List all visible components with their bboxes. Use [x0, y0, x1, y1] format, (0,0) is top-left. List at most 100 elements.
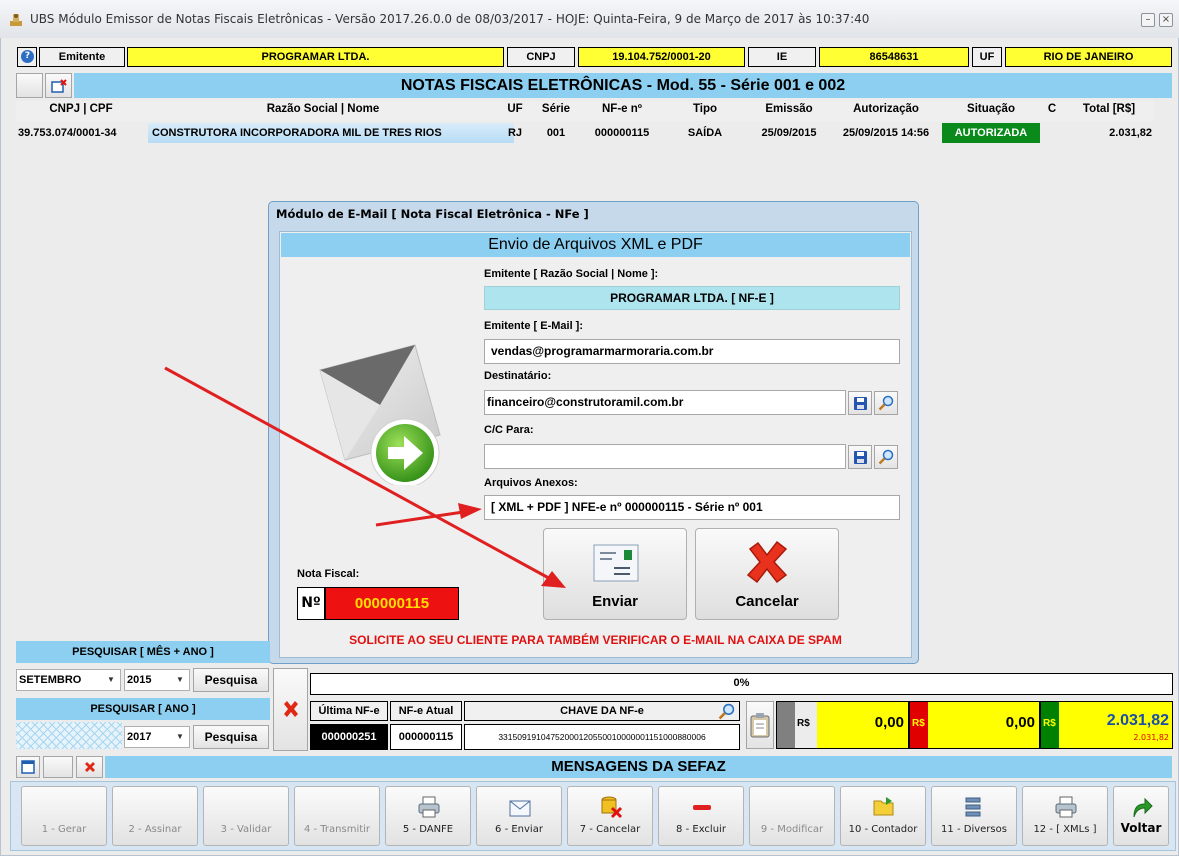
enviar-label: 6 - Enviar [495, 824, 543, 835]
clipboard-icon [750, 713, 770, 738]
year2-value: 2017 [127, 731, 152, 743]
col-uf[interactable]: UF [500, 103, 530, 120]
atual-nfe-label: NF-e Atual [390, 701, 462, 721]
month-select[interactable]: SETEMBRO ▼ [16, 669, 121, 691]
close-nf-button[interactable] [45, 73, 72, 98]
window-restore-button[interactable] [16, 756, 40, 778]
window-close-icon [50, 78, 67, 93]
dest-search-button[interactable] [874, 391, 898, 415]
cc-save-button[interactable] [848, 445, 872, 469]
cancel-db-icon [601, 796, 623, 819]
chave-value: 3315091910475200012055001000000115100088… [464, 724, 740, 750]
minus-icon [693, 805, 711, 810]
spam-warning: SOLICITE AO SEU CLIENTE PARA TAMBÉM VERI… [349, 633, 842, 647]
dest-save-button[interactable] [848, 391, 872, 415]
help-button[interactable]: ? [17, 47, 37, 67]
blank-button-2[interactable] [43, 756, 73, 778]
printer-icon [418, 796, 440, 818]
cancel-button[interactable]: Cancelar [695, 528, 839, 620]
contador-button[interactable]: 10 - Contador [840, 786, 926, 846]
col-situacao[interactable]: Situação [942, 103, 1040, 120]
search-month-button[interactable]: Pesquisa [193, 668, 269, 692]
window-icon [21, 760, 35, 774]
col-c[interactable]: C [1042, 103, 1062, 120]
minimize-button[interactable]: – [1141, 13, 1155, 27]
uf-value: RIO DE JANEIRO [1005, 47, 1172, 67]
col-total[interactable]: Total [R$] [1064, 103, 1154, 120]
cc-field[interactable] [484, 444, 846, 469]
cancel-label: Cancelar [735, 593, 799, 610]
close-messages-button[interactable] [76, 756, 103, 778]
dialog-header: Envio de Arquivos XML e PDF [281, 233, 910, 257]
xmls-button[interactable]: 12 - [ XMLs ] [1022, 786, 1108, 846]
col-tipo[interactable]: Tipo [664, 103, 746, 120]
printer-icon [1055, 796, 1077, 818]
clear-search-button[interactable] [273, 668, 308, 751]
col-cnpj[interactable]: CNPJ | CPF [16, 103, 146, 120]
cc-label: C/C Para: [484, 424, 534, 436]
cancelar-nf-button[interactable]: 7 - Cancelar [567, 786, 653, 846]
envelope-icon [509, 800, 531, 817]
voltar-button[interactable]: Voltar [1113, 786, 1169, 846]
cc-search-button[interactable] [874, 445, 898, 469]
cnpj-value: 19.104.752/0001-20 [578, 47, 745, 67]
total-value-2: 0,00 [1005, 714, 1035, 731]
diversos-button[interactable]: 11 - Diversos [931, 786, 1017, 846]
send-button[interactable]: Enviar [543, 528, 687, 620]
nota-number: 000000115 [325, 587, 459, 620]
total-box-3: R$ 2.031,82 2.031,82 [1040, 701, 1173, 749]
emitente-nome-label: Emitente [ Razão Social | Nome ]: [484, 268, 659, 280]
progress-text: 0% [733, 677, 750, 689]
total-value-1: 0,00 [874, 714, 904, 731]
year2-select[interactable]: 2017 ▼ [124, 726, 190, 748]
cell-autorizacao: 25/09/2015 14:56 [842, 127, 930, 139]
send-label: Enviar [592, 593, 638, 610]
danfe-button[interactable]: 5 - DANFE [385, 786, 471, 846]
hatch-panel [16, 722, 122, 749]
destinatario-label: Destinatário: [484, 370, 552, 382]
excluir-label: 8 - Excluir [676, 824, 726, 835]
cell-uf: RJ [507, 127, 523, 139]
validar-button[interactable]: 3 - Validar [203, 786, 289, 846]
enviar-button[interactable]: 6 - Enviar [476, 786, 562, 846]
envelope-send-icon [319, 344, 441, 485]
cell-razao: CONSTRUTORA INCORPORADORA MIL DE TRES RI… [152, 127, 442, 139]
clipboard-button[interactable] [746, 701, 774, 749]
magnifier-icon[interactable] [718, 703, 735, 720]
uf-label: UF [972, 47, 1002, 67]
assinar-button[interactable]: 2 - Assinar [112, 786, 198, 846]
emitente-email-label: Emitente [ E-Mail ]: [484, 320, 584, 332]
search-year-button[interactable]: Pesquisa [193, 725, 269, 749]
col-emissao[interactable]: Emissão [748, 103, 830, 120]
cell-total: 2.031,82 [1109, 127, 1152, 139]
total-sub-3: 2.031,82 [1133, 733, 1169, 742]
col-autorizacao[interactable]: Autorização [832, 103, 940, 120]
floppy-icon [853, 450, 867, 464]
modificar-label: 9 - Modificar [760, 824, 824, 835]
anexos-field[interactable]: [ XML + PDF ] NFE-e nº 000000115 - Série… [484, 495, 900, 520]
emitente-email-field[interactable]: vendas@programarmarmoraria.com.br [484, 339, 900, 364]
status-badge: AUTORIZADA [942, 123, 1040, 143]
gerar-label: 1 - Gerar [41, 824, 87, 835]
window-title: UBS Módulo Emissor de Notas Fiscais Elet… [30, 12, 870, 26]
blank-button[interactable] [16, 73, 43, 98]
gerar-button[interactable]: 1 - Gerar [21, 786, 107, 846]
help-icon: ? [21, 50, 34, 63]
cell-tipo: SAÍDA [687, 127, 723, 139]
year-select[interactable]: 2015 ▼ [124, 669, 190, 691]
red-x-icon [84, 762, 95, 772]
excluir-button[interactable]: 8 - Excluir [658, 786, 744, 846]
close-window-button[interactable]: × [1159, 13, 1173, 27]
modificar-button[interactable]: 9 - Modificar [749, 786, 835, 846]
cell-serie: 001 [546, 127, 566, 139]
col-razao[interactable]: Razão Social | Nome [148, 103, 498, 120]
voltar-label: Voltar [1120, 821, 1162, 835]
destinatario-field[interactable]: financeiro@construtoramil.com.br [484, 390, 846, 415]
cell-c [1042, 123, 1062, 143]
red-x-icon [283, 701, 298, 717]
floppy-icon [853, 396, 867, 410]
transmitir-button[interactable]: 4 - Transmitir [294, 786, 380, 846]
col-nfe[interactable]: NF-e nº [582, 103, 662, 120]
dialog-title: Módulo de E-Mail [ Nota Fiscal Eletrônic… [276, 207, 589, 221]
col-serie[interactable]: Série [532, 103, 580, 120]
